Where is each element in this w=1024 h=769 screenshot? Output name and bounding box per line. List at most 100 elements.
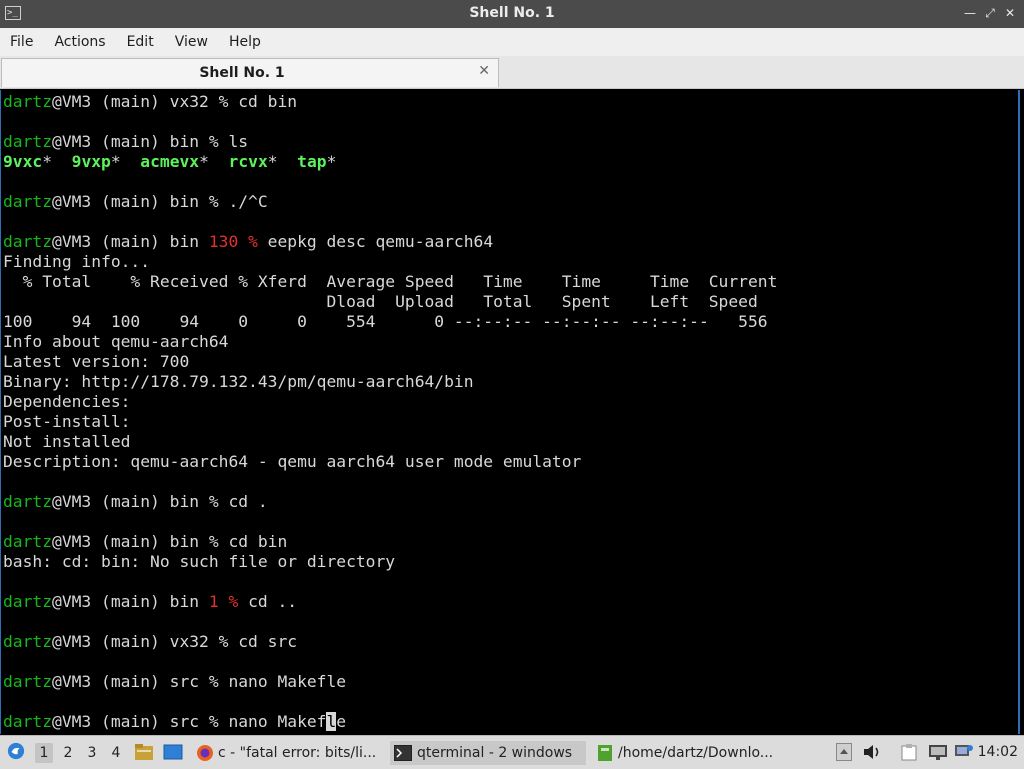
exit-code: 130 %: [208, 232, 258, 251]
terminal-line: Description: qemu-aarch64 - qemu aarch64…: [3, 452, 581, 471]
clipboard-icon[interactable]: [900, 743, 918, 761]
executable-file: rcvx: [228, 152, 268, 171]
output-text: Not installed: [3, 432, 131, 451]
tray-menu-icon[interactable]: [836, 743, 852, 761]
prompt-user: dartz: [3, 632, 53, 651]
output-text: Binary: http://178.79.132.43/pm/qemu-aar…: [3, 372, 474, 391]
prompt-user: dartz: [3, 132, 53, 151]
terminal-line: Post-install:: [3, 412, 130, 431]
terminal-line: Finding info...: [3, 252, 150, 271]
output-text: Dependencies:: [3, 392, 131, 411]
prompt-user: dartz: [3, 192, 53, 211]
menu-actions[interactable]: Actions: [44, 34, 116, 50]
menu-edit[interactable]: Edit: [117, 34, 165, 50]
prompt-path: @VM3 (main) bin: [52, 232, 209, 251]
task-browser-label: c - "fatal error: bits/li...: [218, 745, 377, 761]
output-text: Finding info...: [3, 252, 151, 271]
task-browser[interactable]: c - "fatal error: bits/li...: [194, 741, 380, 765]
text-cursor: l: [326, 712, 337, 731]
tab-title: Shell No. 1: [199, 65, 285, 81]
menu-view[interactable]: View: [165, 34, 219, 50]
prompt-user: dartz: [3, 532, 53, 551]
terminal-output[interactable]: dartz@VM3 (main) vx32 % cd bin dartz@VM3…: [0, 90, 1020, 734]
start-menu-icon[interactable]: [6, 742, 26, 760]
clock[interactable]: 14:02: [978, 744, 1018, 760]
file-manager-icon[interactable]: [134, 743, 154, 761]
prompt-path: @VM3 (main) bin: [52, 592, 209, 611]
terminal-line: dartz@VM3 (main) src % nano Makefle: [3, 672, 346, 691]
output-text: 100 94 100 94 0 0 554 0 --:--:-- --:--:-…: [3, 312, 768, 331]
exit-code: 1 %: [208, 592, 239, 611]
executable-file: 9vxc: [3, 152, 43, 171]
window-title: Shell No. 1: [469, 5, 555, 21]
prompt-command: eepkg desc qemu-aarch64: [257, 232, 494, 251]
taskbar: 1 2 3 4 c - "fatal error: bits/li... qte…: [0, 735, 1024, 769]
task-qterminal-label: qterminal - 2 windows: [417, 745, 573, 761]
prompt-command: @VM3 (main) src % nano Makef: [52, 712, 327, 731]
prompt-command: @VM3 (main) bin % ls: [52, 132, 249, 151]
output-text: Dload Upload Total Spent Left Speed: [3, 292, 758, 311]
maximize-icon[interactable]: ⤢: [982, 5, 998, 21]
terminal-line: Not installed: [3, 432, 130, 451]
menu-bar: File Actions Edit View Help: [0, 28, 1024, 56]
prompt-command: @VM3 (main) bin % cd bin: [52, 532, 288, 551]
close-window-icon[interactable]: ✕: [1002, 5, 1018, 21]
prompt-user: dartz: [3, 92, 53, 111]
menu-file[interactable]: File: [0, 34, 44, 50]
terminal-line: dartz@VM3 (main) vx32 % cd bin: [3, 92, 297, 111]
terminal-line: Dependencies:: [3, 392, 130, 411]
executable-file: acmevx: [140, 152, 200, 171]
workspace-2[interactable]: 2: [59, 743, 77, 763]
folder-icon: [598, 745, 612, 761]
terminal-icon: [394, 745, 412, 761]
prompt-user: dartz: [3, 712, 53, 731]
prompt-command: cd ..: [238, 592, 298, 611]
window-titlebar[interactable]: >_ Shell No. 1 — ⤢ ✕: [0, 0, 1024, 28]
volume-icon[interactable]: [862, 743, 882, 761]
terminal-line: 9vxc* 9vxp* acmevx* rcvx* tap*: [3, 152, 337, 171]
tab-shell-1[interactable]: Shell No. 1 ✕: [1, 58, 499, 87]
network-icon[interactable]: [954, 743, 974, 761]
workspace-4[interactable]: 4: [107, 743, 125, 763]
workspace-3[interactable]: 3: [83, 743, 101, 763]
display-icon[interactable]: [928, 743, 948, 761]
terminal-line: % Total % Received % Xferd Average Speed…: [3, 272, 778, 291]
close-tab-icon[interactable]: ✕: [478, 63, 490, 79]
prompt-command: @VM3 (main) bin % ./^C: [52, 192, 268, 211]
terminal-line: Latest version: 700: [3, 352, 189, 371]
menu-help[interactable]: Help: [219, 34, 272, 50]
prompt-user: dartz: [3, 672, 53, 691]
output-text: % Total % Received % Xferd Average Speed…: [3, 272, 778, 291]
prompt-command: @VM3 (main) vx32 % cd src: [52, 632, 298, 651]
tab-bar: Shell No. 1 ✕: [0, 56, 1024, 89]
output-text: Post-install:: [3, 412, 131, 431]
terminal-line: Info about qemu-aarch64: [3, 332, 228, 351]
prompt-user: dartz: [3, 492, 53, 511]
prompt-user: dartz: [3, 232, 53, 251]
firefox-icon: [197, 745, 213, 761]
workspace-1[interactable]: 1: [35, 743, 53, 763]
show-desktop-icon[interactable]: [163, 743, 183, 761]
terminal-line: dartz@VM3 (main) bin % ls: [3, 132, 248, 151]
minimize-icon[interactable]: —: [962, 5, 978, 21]
terminal-line: dartz@VM3 (main) vx32 % cd src: [3, 632, 297, 651]
output-text: Info about qemu-aarch64: [3, 332, 229, 351]
terminal-line: dartz@VM3 (main) src % nano Makefle: [3, 712, 346, 731]
task-folder[interactable]: /home/dartz/Downlo...: [594, 741, 784, 765]
output-text: Description: qemu-aarch64 - qemu aarch64…: [3, 452, 582, 471]
terminal-line: 100 94 100 94 0 0 554 0 --:--:-- --:--:-…: [3, 312, 768, 331]
executable-file: tap: [297, 152, 327, 171]
terminal-line: dartz@VM3 (main) bin 130 % eepkg desc qe…: [3, 232, 493, 251]
task-qterminal[interactable]: qterminal - 2 windows: [390, 741, 586, 765]
terminal-text: dartz@VM3 (main) vx32 % cd bin dartz@VM3…: [3, 92, 777, 732]
terminal-line: bash: cd: bin: No such file or directory: [3, 552, 395, 571]
terminal-line: dartz@VM3 (main) bin % ./^C: [3, 192, 268, 211]
prompt-command: @VM3 (main) src % nano Makefle: [52, 672, 347, 691]
terminal-line: Binary: http://178.79.132.43/pm/qemu-aar…: [3, 372, 474, 391]
prompt-command: @VM3 (main) vx32 % cd bin: [52, 92, 298, 111]
terminal-line: Dload Upload Total Spent Left Speed: [3, 292, 758, 311]
executable-file: 9vxp: [71, 152, 111, 171]
output-text: bash: cd: bin: No such file or directory: [3, 552, 396, 571]
output-text: Latest version: 700: [3, 352, 190, 371]
terminal-line: dartz@VM3 (main) bin 1 % cd ..: [3, 592, 297, 611]
